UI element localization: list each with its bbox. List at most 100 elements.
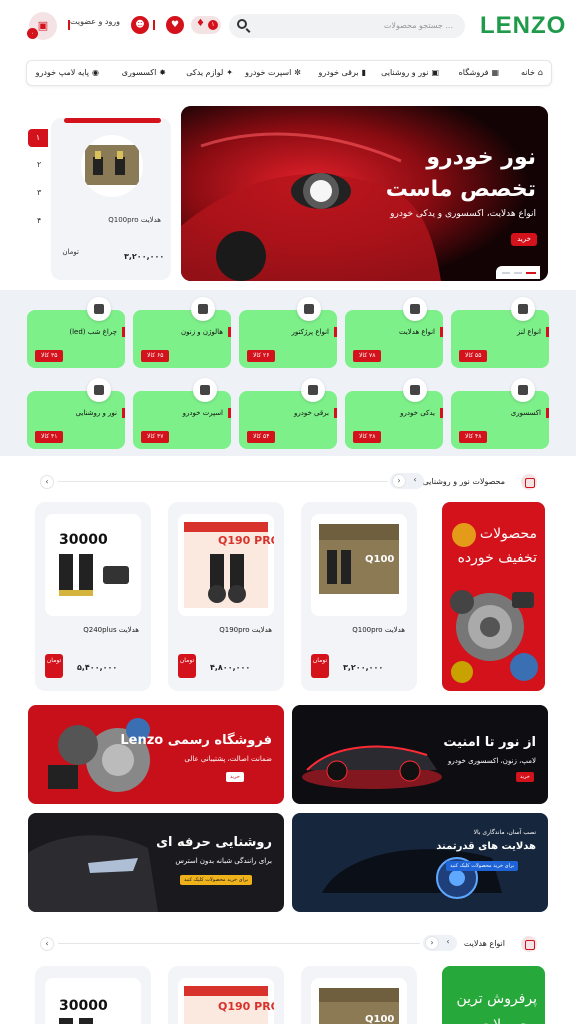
banner-cta-button[interactable]: برای خرید محصولات کلیک کنید	[446, 861, 519, 871]
category-card[interactable]: برقی خودرو ۵۴ کالا	[239, 378, 337, 449]
nav-item-accessory[interactable]: ✸اکسسوری	[122, 68, 166, 77]
category-card[interactable]: چراغ شب (led) ۳۵ کالا	[27, 297, 125, 368]
category-label: یدکی خودرو	[400, 409, 435, 417]
product-name[interactable]: هدلایت Q100pro	[352, 626, 405, 634]
nav-item-electric[interactable]: ▮برقی خودرو	[319, 68, 366, 77]
chevron-left-icon[interactable]: ‹	[40, 475, 54, 489]
bulb-icon: ◉	[92, 68, 99, 77]
category-card[interactable]: اسپرت خودرو ۳۷ کالا	[133, 378, 231, 449]
banner-buy-button[interactable]: خرید	[516, 772, 534, 782]
banner-cta-button[interactable]: برای خرید محصولات کلیک کنید	[180, 875, 253, 885]
discount-promo-card[interactable]: محصولات تخفیف خورده	[442, 502, 545, 691]
category-card[interactable]: انواع هدلایت ۷۸ کالا	[345, 297, 443, 368]
heart-icon[interactable]: ♥	[166, 16, 184, 34]
product-price: ۴,۸۰۰,۰۰۰	[210, 663, 251, 672]
nav-item-lighting[interactable]: ▣نور و روشنایی	[381, 68, 439, 77]
banner-official-store[interactable]: فروشگاه رسمی Lenzo ضمانت اصالت، پشتیبانی…	[28, 705, 284, 804]
card-accent	[64, 118, 161, 123]
category-card[interactable]: هالوژن و زنون ۶۵ کالا	[133, 297, 231, 368]
banner-light-safety[interactable]: از نور تا امنیت لامپ، زنون، اکسسوری خودر…	[292, 705, 548, 804]
product-name[interactable]: هدلایت Q190pro	[219, 626, 272, 634]
featured-product-card[interactable]: هدلایت Q100pro ۳,۲۰۰,۰۰۰ تومان	[51, 118, 171, 280]
spare-part-icon	[403, 378, 427, 402]
page-3-button[interactable]: ۳	[37, 188, 41, 197]
category-card[interactable]: نور و روشنایی ۴۱ کالا	[27, 378, 125, 449]
slider-dot[interactable]	[514, 272, 522, 274]
product-price: ۵,۴۰۰,۰۰۰	[77, 663, 118, 672]
chevron-right-icon[interactable]: ›	[425, 936, 439, 950]
headlight-icon	[403, 297, 427, 321]
chevron-left-icon[interactable]: ‹	[441, 936, 455, 950]
slider-dot[interactable]	[502, 272, 510, 274]
search-icon[interactable]	[237, 19, 247, 29]
category-card[interactable]: انواع لنز ۵۵ کالا	[451, 297, 549, 368]
svg-text:Q190 PRO: Q190 PRO	[218, 534, 274, 547]
category-count: ۶۵ کالا	[141, 350, 170, 362]
site-logo[interactable]: LENZO	[480, 12, 566, 40]
svg-text:Q190 PRO: Q190 PRO	[218, 1000, 274, 1013]
banner-title: روشنایی حرفه ای	[156, 835, 272, 850]
product-image: Q190 PRO	[178, 514, 274, 616]
category-card[interactable]: یدکی خودرو ۳۸ کالا	[345, 378, 443, 449]
category-label: هالوژن و زنون	[180, 328, 223, 336]
hero-buy-button[interactable]: خرید	[511, 233, 537, 246]
nav-item-spare[interactable]: ✦لوازم یدکی	[186, 68, 233, 77]
product-card[interactable]: Q190 PRO هدلایت Q190pro ۴,۸۰۰,۰۰۰ تومان	[168, 502, 284, 691]
svg-text:Q100: Q100	[365, 554, 394, 565]
nav-item-home[interactable]: ⌂خانه	[521, 68, 543, 77]
led-icon	[87, 297, 111, 321]
banner-powerful-headlights[interactable]: نصب آسان، ماندگاری بالا هدلایت های قدرتم…	[292, 813, 548, 912]
projector-icon	[297, 297, 321, 321]
category-label: انواع هدلایت	[398, 328, 435, 336]
category-card[interactable]: اکسسوری ۴۸ کالا	[451, 378, 549, 449]
accessory-icon: ✸	[159, 68, 166, 77]
chevron-left-icon[interactable]: ‹	[408, 474, 422, 488]
product-card[interactable]: 30000 هدلایت Q240plus ۵,۴۰۰,۰۰۰ تومان	[35, 502, 151, 691]
login-link[interactable]: ورود و عضویت	[70, 17, 120, 26]
product-card[interactable]: Q100	[301, 966, 417, 1024]
main-nav: ⌂خانه ▦فروشگاه ▣نور و روشنایی ▮برقی خودر…	[26, 60, 552, 86]
chevron-right-icon[interactable]: ›	[392, 474, 406, 488]
car-parts-image	[450, 590, 538, 683]
product-card[interactable]: 30000	[35, 966, 151, 1024]
slider-arrows: › ‹	[390, 473, 424, 489]
page-4-button[interactable]: ۴	[37, 216, 41, 225]
bestseller-promo-card[interactable]: پرفروش ترین محصولات	[442, 966, 545, 1024]
nav-item-sport[interactable]: ✼اسپرت خودرو	[245, 68, 301, 77]
product-card[interactable]: Q190 PRO	[168, 966, 284, 1024]
cart-button[interactable]: ▣ ۰	[27, 12, 57, 40]
banner-title: هدلایت های قدرتمند	[436, 841, 536, 852]
category-card[interactable]: انواع پرژکتور ۲۶ کالا	[239, 297, 337, 368]
page-2-button[interactable]: ۲	[37, 160, 41, 169]
product-image: 30000	[45, 514, 141, 616]
category-count: ۳۷ کالا	[141, 431, 170, 443]
product-name[interactable]: هدلایت Q100pro	[108, 216, 161, 224]
category-label: انواع پرژکتور	[291, 328, 330, 336]
category-label: برقی خودرو	[293, 409, 329, 417]
category-count: ۵۴ کالا	[247, 431, 276, 443]
nav-item-bulb-base[interactable]: ◉پایه لامپ خودرو	[36, 68, 99, 77]
nav-item-shop[interactable]: ▦فروشگاه	[459, 68, 499, 77]
product-card[interactable]: Q100 هدلایت Q100pro ۳,۲۰۰,۰۰۰ تومان	[301, 502, 417, 691]
product-image	[81, 135, 143, 197]
hero-slider[interactable]: نور خودرو تخصص ماست انواع هدلایت، اکسسور…	[181, 106, 548, 281]
notification-badge: ۱	[208, 20, 218, 30]
slider-dot-active[interactable]	[526, 272, 536, 274]
banner-subtitle: ضمانت اصالت، پشتیبانی عالی	[184, 755, 272, 763]
category-count: ۴۱ کالا	[35, 431, 64, 443]
lens-icon	[511, 297, 535, 321]
user-icon[interactable]: ☻	[131, 16, 149, 34]
banner-subtitle: لامپ، زنون، اکسسوری خودرو	[448, 757, 536, 765]
banner-pro-lighting[interactable]: روشنایی حرفه ای برای رانندگی شبانه بدون …	[28, 813, 284, 912]
currency-label: تومان	[311, 654, 329, 678]
search-bar[interactable]: جستجو محصولات ...	[229, 14, 465, 38]
electric-icon	[301, 378, 325, 402]
product-image: Q100	[311, 978, 407, 1024]
page-1-button[interactable]: ۱	[28, 129, 48, 147]
chevron-left-icon[interactable]: ‹	[40, 937, 54, 951]
product-name[interactable]: هدلایت Q240plus	[83, 626, 139, 634]
notification-button[interactable]: ♦ ۱	[191, 16, 221, 34]
car-image	[302, 745, 442, 789]
search-input[interactable]: جستجو محصولات ...	[384, 21, 453, 30]
banner-buy-button[interactable]: خرید	[226, 772, 244, 782]
